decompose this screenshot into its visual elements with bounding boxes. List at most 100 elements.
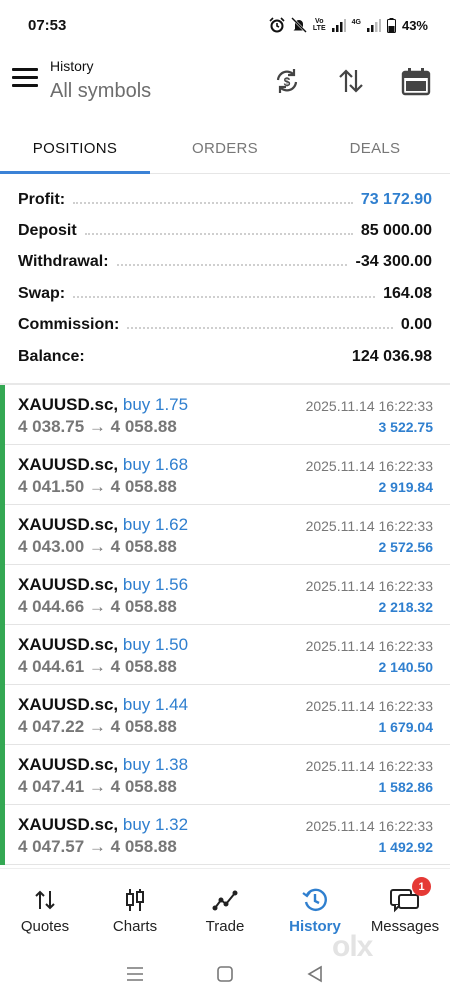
signal-bars-icon-2 [366,19,381,32]
mute-icon [291,17,307,33]
recent-apps-button[interactable] [115,959,155,989]
close-price: 4 058.88 [110,837,177,856]
nav-charts[interactable]: Charts [90,869,180,944]
nav-messages[interactable]: 1 Messages [360,869,450,944]
bottom-nav: Quotes Charts Trade History 1 Messages [0,868,450,944]
status-icons: Vo LTE 4G 43% [269,17,428,33]
summary-row-balance: Balance: 124 036.98 [0,341,450,372]
deal-profit: 2 140.50 [378,659,434,675]
home-button[interactable] [205,959,245,989]
list-item[interactable]: XAUUSD.sc, buy 1.62 4 043.00 → 4 058.88 … [0,505,450,565]
deal-side: buy 1.44 [122,695,189,714]
open-price: 4 044.61 [18,657,85,676]
symbol-filter[interactable]: All symbols [50,80,151,103]
tab-orders[interactable]: ORDERS [150,124,300,173]
deal-time: 2025.11.14 16:22:33 [305,458,433,474]
back-button[interactable] [295,959,335,989]
header-title: History [50,58,94,74]
nav-trade[interactable]: Trade [180,869,270,944]
summary-row-profit: Profit: 73 172.90 [0,184,450,215]
summary-row-deposit: Deposit 85 000.00 [0,215,450,246]
list-item[interactable]: XAUUSD.sc, buy 1.68 4 041.50 → 4 058.88 … [0,445,450,505]
deal-profit: 1 679.04 [378,719,434,735]
deal-side: buy 1.56 [122,575,189,594]
arrow-icon: → [88,717,106,736]
arrow-icon: → [88,657,106,676]
deal-side: buy 1.62 [122,515,189,534]
open-price: 4 044.66 [18,597,85,616]
dotted-leader [116,264,348,267]
trend-line-icon [212,887,238,913]
summary-value: 0.00 [400,316,432,334]
open-price: 4 047.41 [18,777,85,796]
summary-panel: Profit: 73 172.90 Deposit 85 000.00 With… [0,184,450,372]
deal-symbol: XAUUSD.sc, [18,455,119,474]
summary-row-withdrawal: Withdrawal: -34 300.00 [0,247,450,278]
nav-label: Trade [205,918,245,935]
close-price: 4 058.88 [110,477,177,496]
calendar-icon[interactable] [399,64,433,98]
close-price: 4 058.88 [110,717,177,736]
battery-icon [386,17,396,33]
close-price: 4 058.88 [110,777,177,796]
deal-symbol: XAUUSD.sc, [18,815,119,834]
arrow-icon: → [88,417,106,436]
nav-label: Quotes [20,918,70,935]
open-price: 4 043.00 [18,537,85,556]
system-nav-bar [0,948,450,1000]
deal-symbol: XAUUSD.sc, [18,695,119,714]
close-price: 4 058.88 [110,657,177,676]
volte-label-bottom: LTE [312,25,326,32]
deal-side: buy 1.68 [122,455,189,474]
currency-exchange-icon[interactable]: $ [270,64,304,98]
summary-value: 85 000.00 [360,222,432,240]
history-clock-icon [302,887,328,913]
deal-time: 2025.11.14 16:22:33 [305,698,433,714]
volte-label-top: Vo [315,18,324,25]
signal-bars-icon-1 [331,19,346,32]
deal-time: 2025.11.14 16:22:33 [305,398,433,414]
nav-label: Messages [370,918,440,935]
nav-quotes[interactable]: Quotes [0,869,90,944]
deal-time: 2025.11.14 16:22:33 [305,758,433,774]
summary-value: 124 036.98 [351,347,432,365]
sort-icon[interactable] [334,64,368,98]
summary-value: -34 300.00 [355,253,432,271]
list-item[interactable]: XAUUSD.sc, buy 1.44 4 047.22 → 4 058.88 … [0,685,450,745]
deal-side: buy 1.75 [122,395,189,414]
summary-label: Deposit [18,222,77,240]
quotes-arrows-icon [33,887,57,913]
summary-value: 73 172.90 [360,190,432,208]
close-price: 4 058.88 [110,597,177,616]
summary-row-commission: Commission: 0.00 [0,310,450,341]
dotted-leader [84,233,353,236]
deal-side: buy 1.50 [122,635,189,654]
deal-time: 2025.11.14 16:22:33 [305,578,433,594]
arrow-icon: → [88,597,106,616]
summary-label: Balance: [18,347,85,365]
volte-indicator: Vo LTE [313,18,326,32]
list-item[interactable]: XAUUSD.sc, buy 1.56 4 044.66 → 4 058.88 … [0,565,450,625]
deal-profit: 3 522.75 [378,419,434,435]
summary-label: Profit: [18,190,66,208]
list-item[interactable]: XAUUSD.sc, buy 1.75 4 038.75 → 4 058.88 … [0,385,450,445]
notification-badge: 1 [412,877,431,896]
alarm-icon [269,17,285,33]
status-time: 07:53 [28,16,67,34]
menu-button[interactable] [12,68,38,90]
deal-profit: 1 582.86 [378,779,434,795]
open-price: 4 038.75 [18,417,85,436]
dotted-leader [73,201,353,204]
deal-symbol: XAUUSD.sc, [18,755,119,774]
tab-positions[interactable]: POSITIONS [0,124,150,174]
list-item[interactable]: XAUUSD.sc, buy 1.32 4 047.57 → 4 058.88 … [0,805,450,865]
tab-deals[interactable]: DEALS [300,124,450,173]
dotted-leader [93,359,344,361]
deal-side: buy 1.38 [122,755,189,774]
deal-symbol: XAUUSD.sc, [18,575,119,594]
arrow-icon: → [88,777,106,796]
summary-row-swap: Swap: 164.08 [0,278,450,309]
list-item[interactable]: XAUUSD.sc, buy 1.50 4 044.61 → 4 058.88 … [0,625,450,685]
close-price: 4 058.88 [110,537,177,556]
list-item[interactable]: XAUUSD.sc, buy 1.38 4 047.41 → 4 058.88 … [0,745,450,805]
